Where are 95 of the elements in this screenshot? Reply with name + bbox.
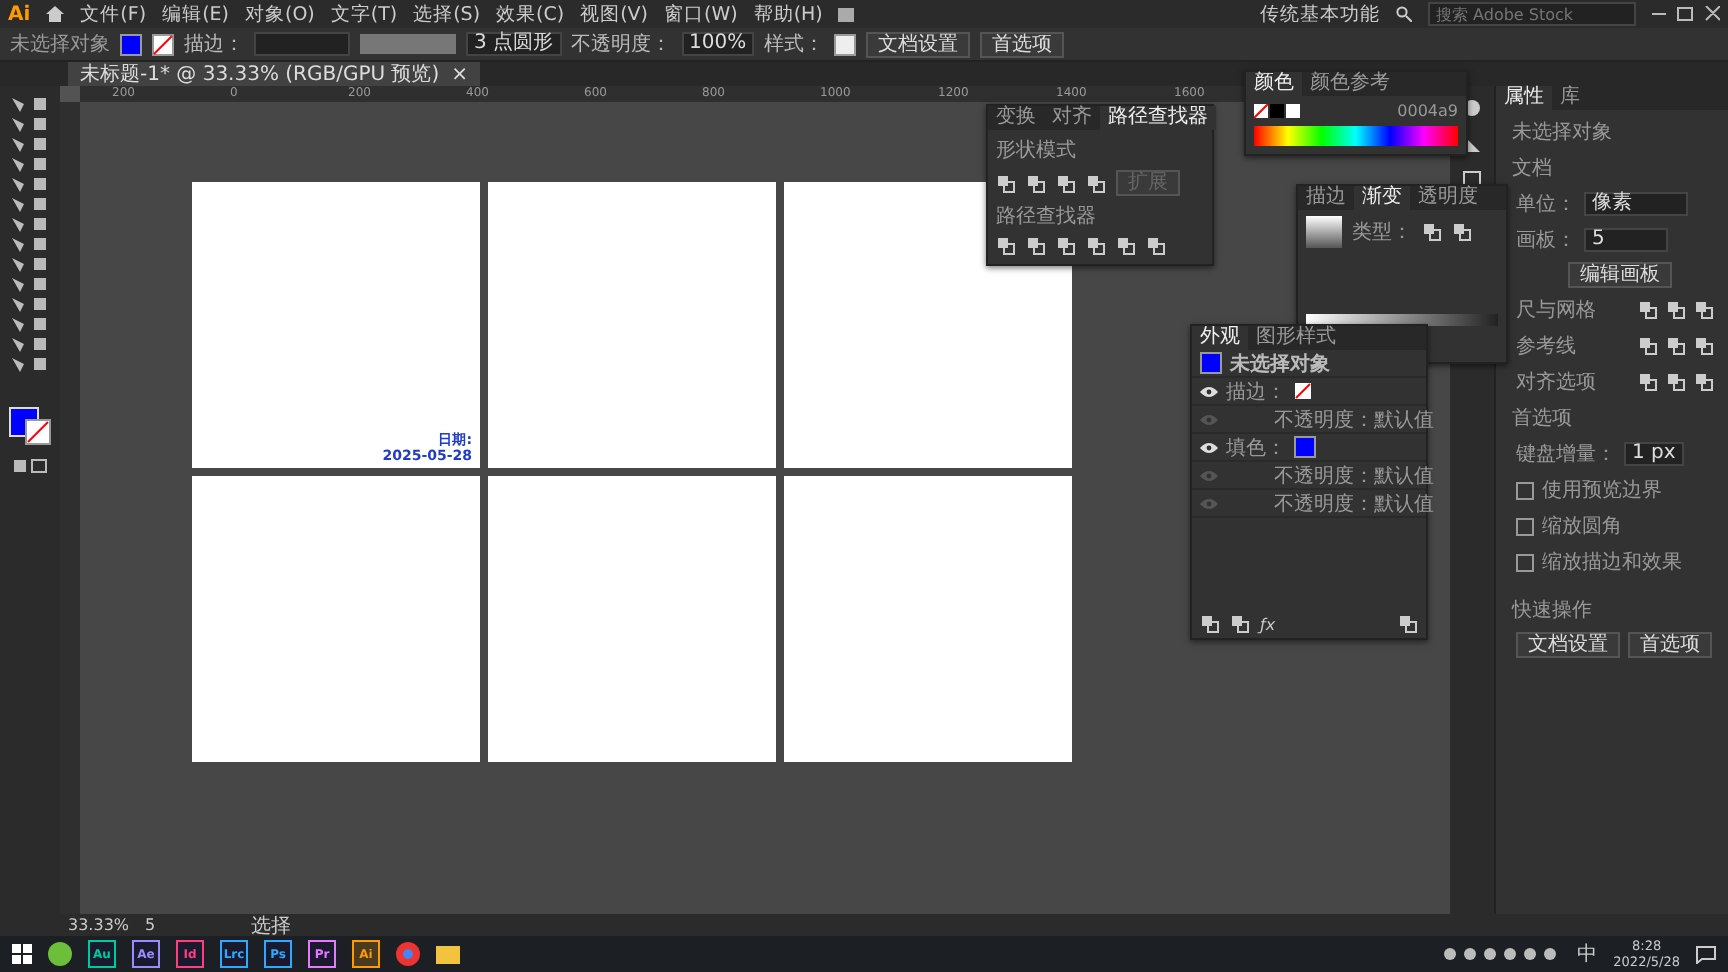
notification-icon[interactable] — [1696, 945, 1716, 963]
panel-tab[interactable]: 变换 — [988, 106, 1044, 130]
panel-tab[interactable]: 属性 — [1496, 86, 1552, 110]
folder-icon[interactable] — [436, 944, 460, 964]
screen-mode-icon[interactable] — [12, 458, 48, 474]
checkbox-label: 使用预览边界 — [1542, 477, 1662, 504]
opacity-field[interactable]: 100% — [681, 32, 755, 56]
toolbar-button[interactable]: 文档设置 — [866, 31, 971, 57]
panel-tab[interactable]: 图形样式 — [1248, 326, 1344, 350]
menu-item[interactable]: 对象(O) — [244, 1, 315, 27]
menu-item[interactable]: 帮助(H) — [753, 1, 823, 27]
appearance-title: 未选择对象 — [1230, 351, 1330, 377]
workspace-switcher[interactable]: 传统基本功能 — [1260, 1, 1380, 27]
checkbox-label: 缩放圆角 — [1542, 513, 1622, 540]
brush-field[interactable]: 3 点圆形 — [466, 32, 562, 56]
selection-label: 未选择对象 — [1512, 119, 1614, 146]
section-title: 快速操作 — [1512, 597, 1594, 624]
windows-start-icon[interactable] — [12, 944, 32, 964]
menu-item[interactable]: 选择(S) — [413, 1, 481, 27]
color-swatches-icon[interactable] — [1254, 103, 1302, 119]
edit-artboards-button[interactable]: 编辑画板 — [1568, 262, 1672, 288]
stroke-label: 描边： — [184, 31, 244, 58]
zoom-field[interactable]: 33.33% — [68, 916, 130, 934]
quick-action-button[interactable]: 首选项 — [1628, 632, 1712, 658]
section-label: 尺与网格 — [1516, 297, 1596, 324]
opacity-label: 不透明度： — [571, 31, 672, 58]
app-circle-icon[interactable] — [48, 942, 72, 966]
artboard-field[interactable]: 5 — [145, 916, 156, 934]
section-title: 文档 — [1512, 155, 1554, 182]
attribute-label[interactable]: 描边： — [1226, 377, 1286, 405]
window-controls-icon[interactable] — [1652, 6, 1720, 22]
menu-item[interactable]: 视图(V) — [580, 1, 649, 27]
checkbox-label: 缩放描边和效果 — [1542, 549, 1682, 576]
app-logo: Ai — [8, 3, 31, 25]
section-title: 首选项 — [1512, 405, 1574, 432]
artboard-field[interactable]: 5 — [1584, 228, 1668, 252]
menu-item[interactable]: 编辑(E) — [162, 1, 229, 27]
search-field[interactable]: 搜索 Adobe Stock — [1428, 2, 1636, 26]
hex-field[interactable]: 0004a9 — [1397, 102, 1458, 120]
opacity-row-label[interactable]: 不透明度：默认值 — [1226, 461, 1434, 489]
browser-icon[interactable] — [396, 942, 420, 966]
eye-icon[interactable] — [1200, 441, 1218, 453]
artboard-label: 画板： — [1516, 227, 1576, 254]
opacity-row-label[interactable]: 不透明度：默认值 — [1226, 489, 1434, 517]
grid-icon[interactable] — [838, 7, 855, 21]
menu-item[interactable]: 效果(C) — [496, 1, 565, 27]
increment-label: 键盘增量： — [1516, 441, 1616, 468]
type-label: 类型： — [1352, 219, 1412, 246]
input-method-indicator[interactable]: 中 — [1577, 940, 1598, 968]
menu-item[interactable]: 文件(F) — [80, 1, 147, 27]
section-title: 路径查找器 — [996, 203, 1098, 230]
panel-tab[interactable]: 库 — [1552, 86, 1588, 110]
menu-item[interactable]: 文字(T) — [330, 1, 398, 27]
fill-swatch[interactable] — [1294, 436, 1316, 458]
search-icon — [1396, 6, 1412, 22]
unit-dropdown[interactable]: 像素 — [1584, 192, 1688, 216]
checkbox[interactable] — [1516, 481, 1534, 499]
eye-icon[interactable] — [1200, 385, 1218, 397]
opacity-row-label[interactable]: 不透明度：默认值 — [1226, 405, 1434, 433]
quick-action-button[interactable]: 文档设置 — [1516, 632, 1620, 658]
section-label: 参考线 — [1516, 333, 1576, 360]
unit-label: 单位： — [1516, 191, 1576, 218]
style-swatch[interactable] — [834, 33, 857, 55]
panel-tab[interactable]: 描边 — [1298, 186, 1354, 210]
stroke-none-swatch[interactable] — [152, 33, 174, 55]
section-label: 对齐选项 — [1516, 369, 1596, 396]
gradient-preview[interactable] — [1306, 216, 1342, 248]
attribute-label[interactable]: 填色： — [1226, 433, 1286, 461]
home-icon[interactable] — [46, 6, 65, 22]
checkbox[interactable] — [1516, 517, 1534, 535]
panel-tab[interactable]: 外观 — [1192, 326, 1248, 350]
selection-label: 未选择对象 — [10, 31, 110, 58]
appearance-swatch — [1200, 352, 1222, 374]
stroke-weight-field[interactable] — [254, 32, 350, 56]
section-title: 形状模式 — [996, 137, 1078, 164]
style-label: 样式： — [764, 31, 825, 58]
panel-tab[interactable]: 颜色参考 — [1302, 72, 1398, 96]
toolbar-button[interactable]: 首选项 — [980, 31, 1065, 57]
fx-icon[interactable]: ƒx — [1260, 615, 1276, 633]
current-tool-label: 选择 — [251, 913, 292, 939]
increment-field[interactable]: 1 px — [1624, 442, 1684, 466]
menu-item[interactable]: 窗口(W) — [664, 1, 738, 27]
close-tab-icon[interactable]: × — [451, 63, 469, 85]
tray-icons-drawing[interactable] — [1441, 946, 1562, 962]
color-spectrum[interactable] — [1254, 126, 1458, 146]
fill-swatch[interactable] — [120, 33, 142, 55]
stroke-none-swatch[interactable] — [1294, 382, 1312, 400]
panel-tab[interactable]: 透明度 — [1410, 186, 1486, 210]
panel-tab[interactable]: 对齐 — [1044, 106, 1100, 130]
checkbox[interactable] — [1516, 553, 1534, 571]
fill-stroke-swatches[interactable] — [6, 406, 54, 446]
panel-tab[interactable]: 渐变 — [1354, 186, 1410, 210]
document-tab[interactable]: 未标题-1* @ 33.33% (RGB/GPU 预览) × — [68, 62, 481, 86]
panel-tab[interactable]: 颜色 — [1246, 72, 1302, 96]
panel-tab[interactable]: 路径查找器 — [1100, 106, 1216, 130]
